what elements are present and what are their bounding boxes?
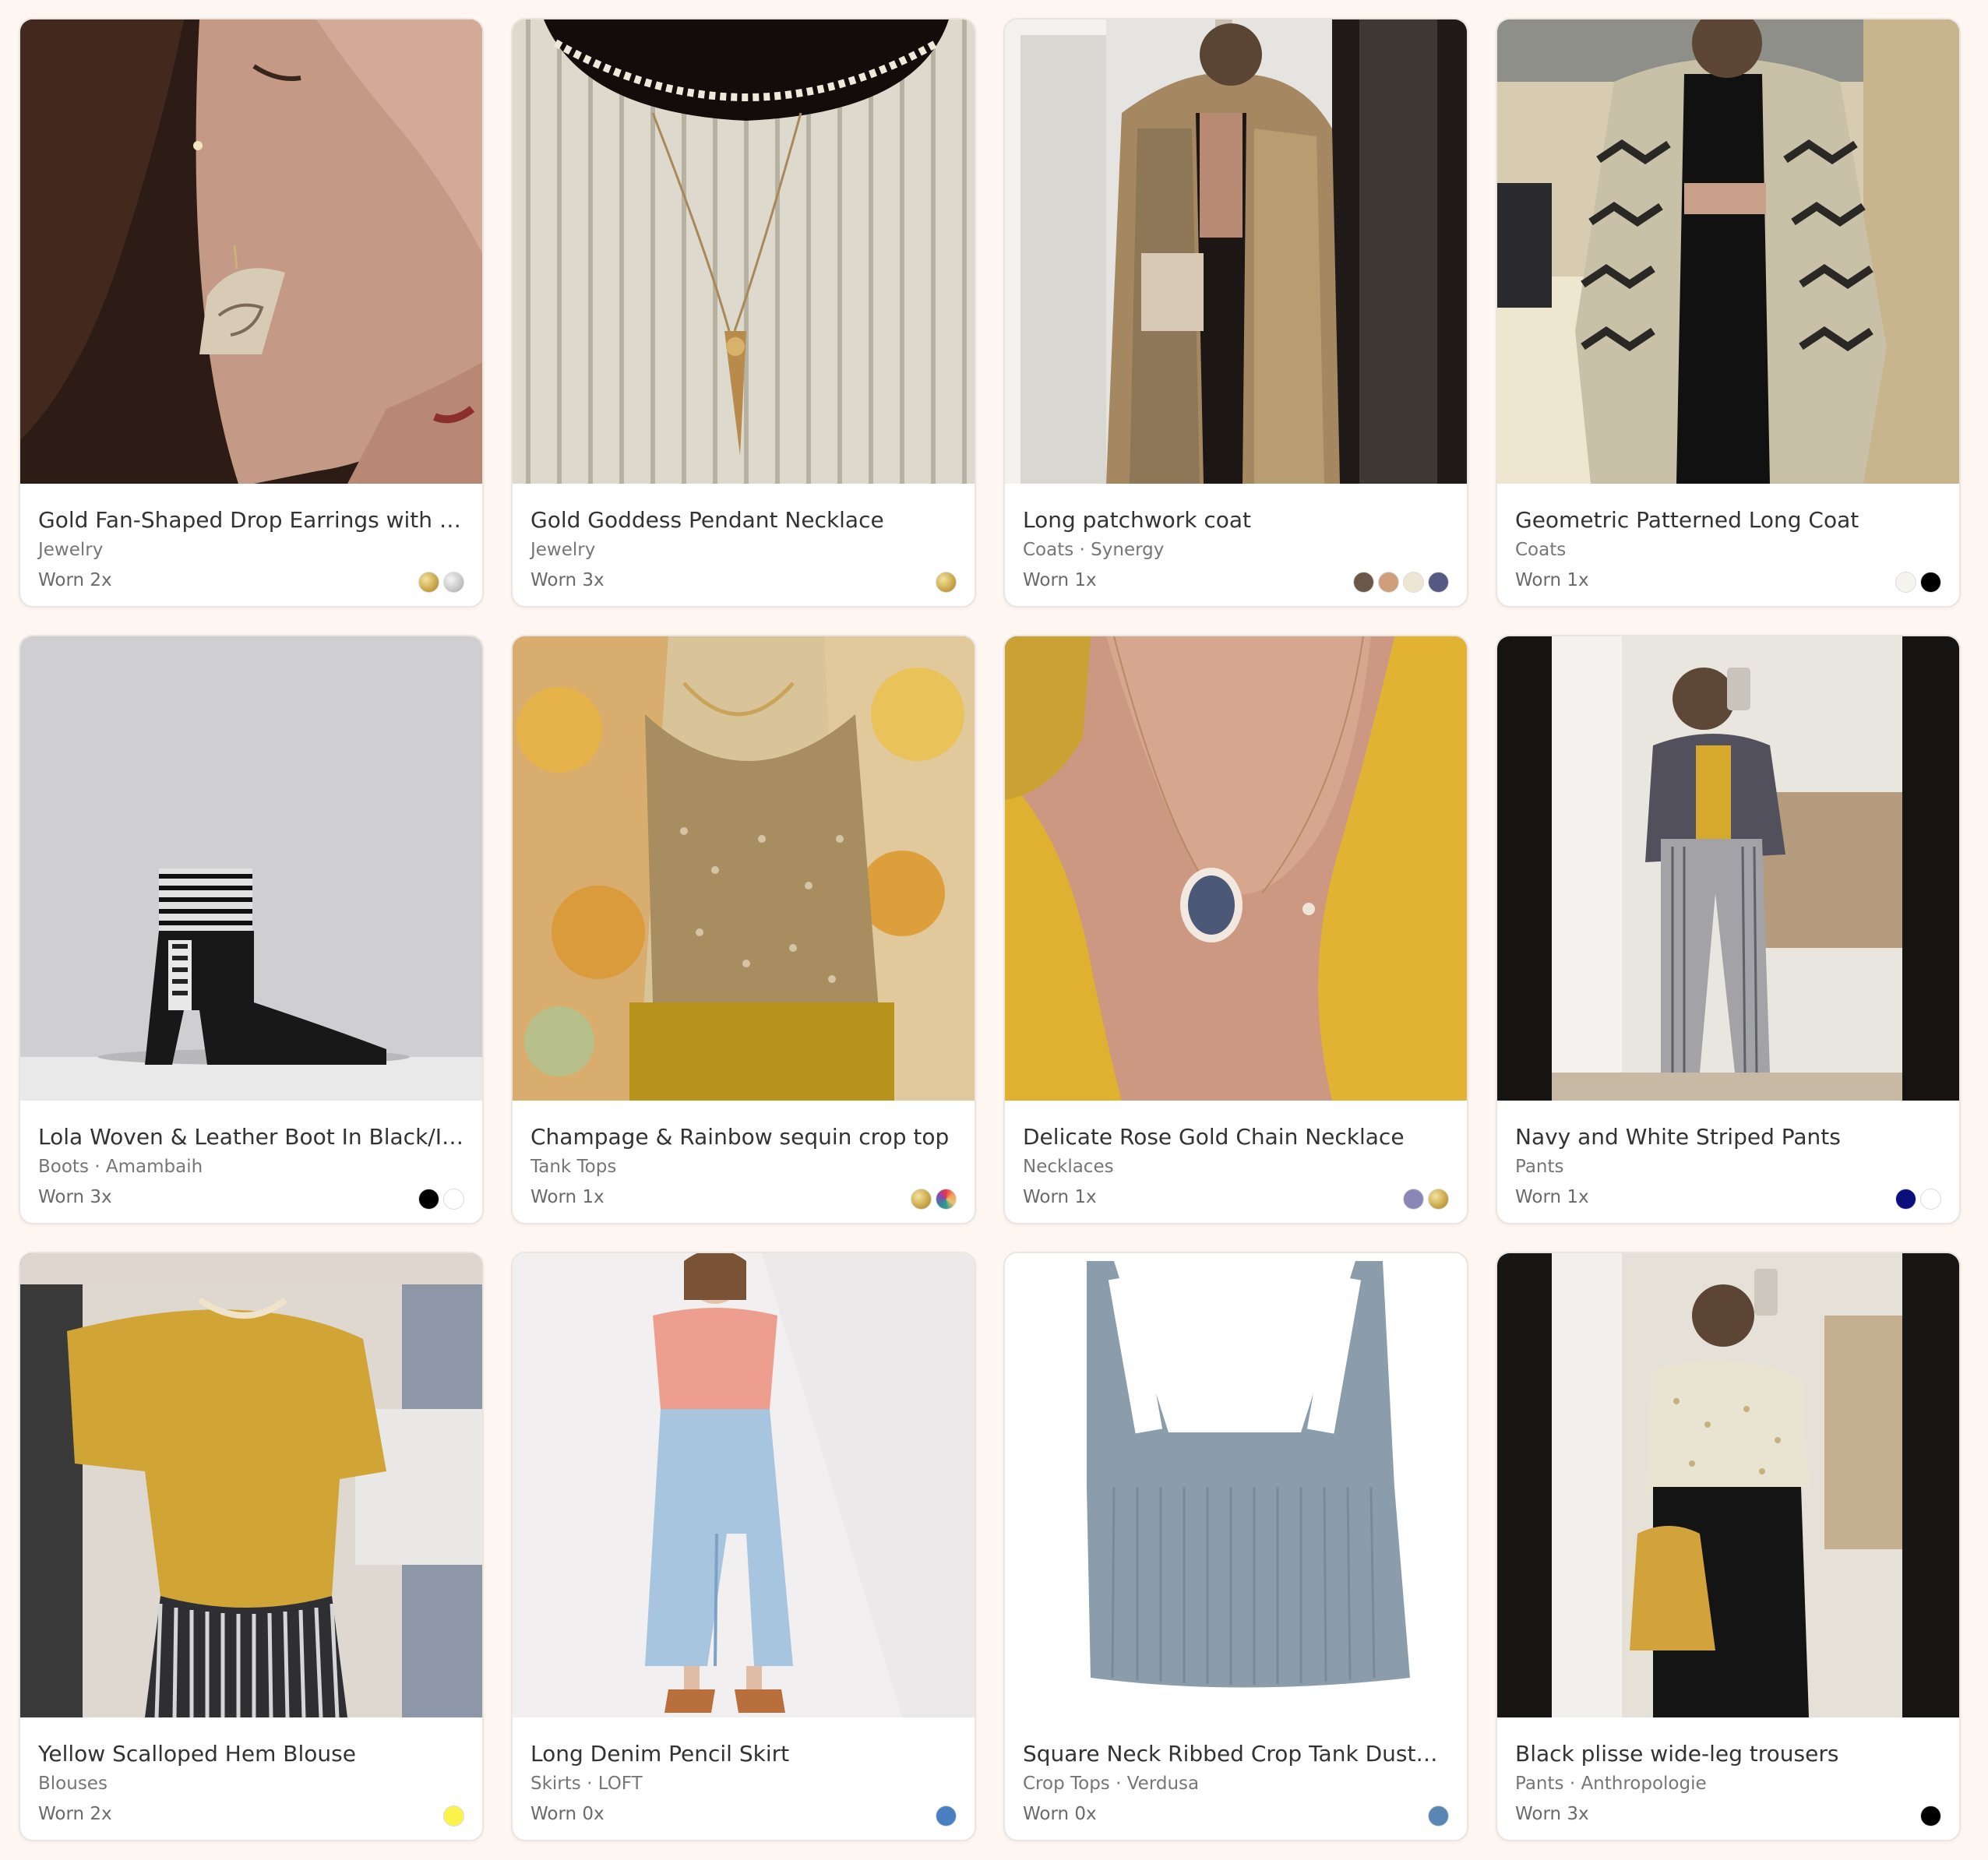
- item-category: Pants · Anthropologie: [1515, 1774, 1707, 1794]
- worn-count: Worn 1x: [1023, 1187, 1097, 1207]
- worn-count: Worn 1x: [1515, 570, 1589, 590]
- item-photo: [1497, 1253, 1959, 1717]
- item-card[interactable]: Gold Goddess Pendant Necklace Jewelry Wo…: [511, 18, 976, 608]
- item-card[interactable]: Navy and White Striped Pants Pants Worn …: [1496, 635, 1961, 1224]
- item-title: Gold Goddess Pendant Necklace: [530, 507, 884, 533]
- item-category: Skirts · LOFT: [530, 1774, 643, 1794]
- color-swatch: [936, 1189, 957, 1210]
- color-swatch: [911, 1189, 932, 1210]
- item-photo: [1005, 1253, 1467, 1717]
- color-swatch: [1403, 572, 1424, 593]
- item-photo: [20, 1253, 482, 1717]
- item-photo: [1497, 636, 1959, 1101]
- color-swatch: [443, 1189, 464, 1210]
- item-title: Long Denim Pencil Skirt: [530, 1741, 790, 1767]
- color-swatch: [1895, 572, 1916, 593]
- worn-count: Worn 2x: [38, 570, 112, 590]
- color-swatches: [418, 1189, 464, 1210]
- item-title: Lola Woven & Leather Boot In Black/Ivory: [38, 1124, 464, 1150]
- item-category: Jewelry: [530, 540, 596, 560]
- color-swatches: [936, 1805, 957, 1827]
- item-photo: [1005, 636, 1467, 1101]
- item-title: Delicate Rose Gold Chain Necklace: [1023, 1124, 1405, 1150]
- item-title: Square Neck Ribbed Crop Tank Dusty Blue: [1023, 1741, 1448, 1767]
- wardrobe-grid: Gold Fan-Shaped Drop Earrings with Abs..…: [19, 18, 1961, 1841]
- item-title: Navy and White Striped Pants: [1515, 1124, 1841, 1150]
- color-swatch: [1378, 572, 1399, 593]
- color-swatch: [1428, 572, 1449, 593]
- color-swatch: [1428, 1189, 1449, 1210]
- color-swatch: [443, 1805, 464, 1827]
- color-swatch: [1920, 1805, 1941, 1827]
- item-photo: [1497, 19, 1959, 484]
- item-title: Black plisse wide-leg trousers: [1515, 1741, 1839, 1767]
- color-swatches: [418, 572, 464, 593]
- item-card[interactable]: Yellow Scalloped Hem Blouse Blouses Worn…: [19, 1252, 484, 1841]
- item-photo: [20, 636, 482, 1101]
- color-swatch: [1428, 1805, 1449, 1827]
- item-card[interactable]: Lola Woven & Leather Boot In Black/Ivory…: [19, 635, 484, 1224]
- item-title: Geometric Patterned Long Coat: [1515, 507, 1859, 533]
- item-category: Tank Tops: [530, 1157, 617, 1177]
- color-swatches: [1428, 1805, 1449, 1827]
- worn-count: Worn 0x: [530, 1804, 605, 1824]
- worn-count: Worn 2x: [38, 1804, 112, 1824]
- item-card[interactable]: Geometric Patterned Long Coat Coats Worn…: [1496, 18, 1961, 608]
- item-card[interactable]: Champage & Rainbow sequin crop top Tank …: [511, 635, 976, 1224]
- worn-count: Worn 3x: [38, 1187, 112, 1207]
- item-category: Coats: [1515, 540, 1567, 560]
- item-card[interactable]: Gold Fan-Shaped Drop Earrings with Abs..…: [19, 18, 484, 608]
- worn-count: Worn 1x: [1515, 1187, 1589, 1207]
- item-card[interactable]: Delicate Rose Gold Chain Necklace Neckla…: [1003, 635, 1468, 1224]
- item-category: Necklaces: [1023, 1157, 1114, 1177]
- color-swatch: [1920, 1189, 1941, 1210]
- item-photo: [513, 1253, 975, 1717]
- worn-count: Worn 3x: [1515, 1804, 1589, 1824]
- color-swatches: [911, 1189, 957, 1210]
- color-swatch: [1895, 1189, 1916, 1210]
- item-card[interactable]: Square Neck Ribbed Crop Tank Dusty Blue …: [1003, 1252, 1468, 1841]
- color-swatches: [1895, 572, 1941, 593]
- color-swatch: [418, 1189, 439, 1210]
- item-photo: [513, 19, 975, 484]
- item-category: Blouses: [38, 1774, 108, 1794]
- worn-count: Worn 1x: [530, 1187, 605, 1207]
- item-card[interactable]: Long Denim Pencil Skirt Skirts · LOFT Wo…: [511, 1252, 976, 1841]
- item-category: Coats · Synergy: [1023, 540, 1165, 560]
- color-swatch: [443, 572, 464, 593]
- item-category: Jewelry: [38, 540, 104, 560]
- item-card[interactable]: Black plisse wide-leg trousers Pants · A…: [1496, 1252, 1961, 1841]
- color-swatch: [1353, 572, 1374, 593]
- color-swatches: [443, 1805, 464, 1827]
- color-swatch: [418, 572, 439, 593]
- item-card[interactable]: Long patchwork coat Coats · Synergy Worn…: [1003, 18, 1468, 608]
- item-category: Pants: [1515, 1157, 1564, 1177]
- color-swatch: [936, 572, 957, 593]
- color-swatches: [936, 572, 957, 593]
- item-title: Gold Fan-Shaped Drop Earrings with Abs..…: [38, 507, 464, 533]
- item-title: Yellow Scalloped Hem Blouse: [38, 1741, 356, 1767]
- item-title: Champage & Rainbow sequin crop top: [530, 1124, 950, 1150]
- color-swatch: [1403, 1189, 1424, 1210]
- color-swatches: [1403, 1189, 1449, 1210]
- color-swatch: [936, 1805, 957, 1827]
- worn-count: Worn 1x: [1023, 570, 1097, 590]
- worn-count: Worn 0x: [1023, 1804, 1097, 1824]
- color-swatches: [1895, 1189, 1941, 1210]
- item-category: Crop Tops · Verdusa: [1023, 1774, 1200, 1794]
- color-swatches: [1353, 572, 1449, 593]
- item-photo: [513, 636, 975, 1101]
- color-swatches: [1920, 1805, 1941, 1827]
- worn-count: Worn 3x: [530, 570, 605, 590]
- item-category: Boots · Amambaih: [38, 1157, 203, 1177]
- color-swatch: [1920, 572, 1941, 593]
- item-photo: [1005, 19, 1467, 484]
- item-photo: [20, 19, 482, 484]
- item-title: Long patchwork coat: [1023, 507, 1252, 533]
